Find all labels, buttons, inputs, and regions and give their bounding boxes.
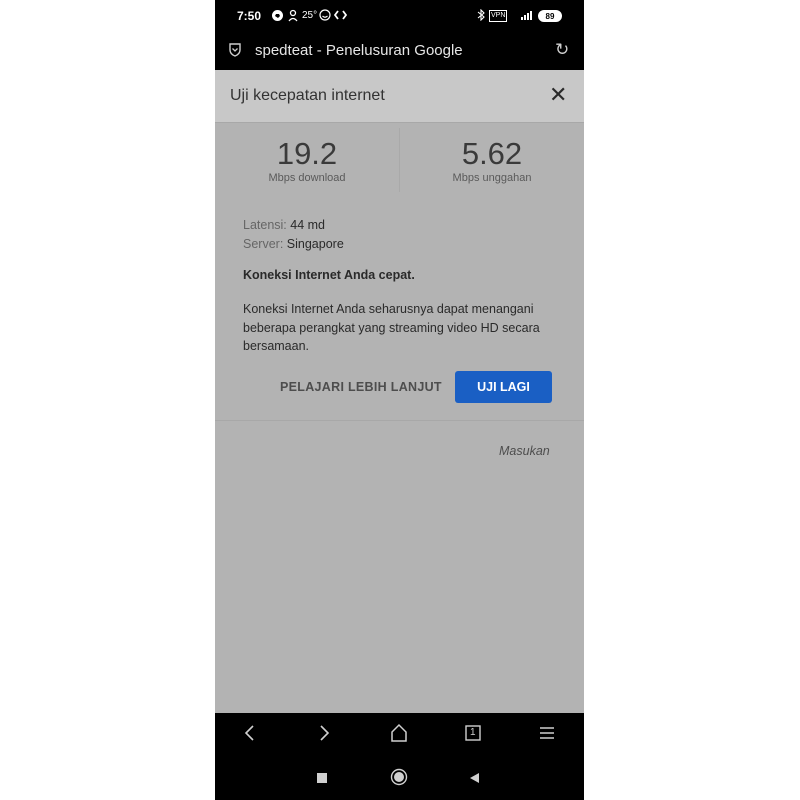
result-description: Koneksi Internet Anda seharusnya dapat m… bbox=[243, 302, 540, 353]
learn-more-button[interactable]: PELAJARI LEBIH LANJUT bbox=[280, 380, 442, 394]
battery-icon: 89 bbox=[538, 10, 562, 22]
server-label: Server: bbox=[243, 237, 284, 251]
home-icon[interactable] bbox=[390, 723, 408, 749]
reload-icon[interactable]: ↻ bbox=[555, 40, 569, 60]
vpn-icon: VPN bbox=[489, 10, 508, 22]
server-line: Server: Singapore bbox=[243, 237, 344, 251]
close-icon[interactable]: ✕ bbox=[549, 82, 567, 108]
forward-icon[interactable] bbox=[317, 723, 331, 749]
card-title: Uji kecepatan internet bbox=[230, 87, 385, 104]
browser-nav-bar: 1 bbox=[215, 713, 584, 757]
divider bbox=[215, 420, 584, 421]
latency-label: Latensi: bbox=[243, 218, 287, 232]
tab-count: 1 bbox=[470, 727, 476, 738]
feedback-link[interactable]: Masukan bbox=[499, 444, 550, 458]
retry-button[interactable]: UJI LAGI bbox=[455, 371, 552, 403]
download-value: 19.2 bbox=[276, 136, 338, 171]
upload-unit: Mbps unggahan bbox=[452, 172, 532, 184]
browser-address-bar[interactable]: spedteat - Penelusuran Google ↻ bbox=[215, 34, 584, 70]
status-time: 7:50 bbox=[237, 9, 262, 23]
latency-line: Latensi: 44 md bbox=[243, 218, 325, 232]
tabs-icon[interactable]: 1 bbox=[464, 723, 482, 749]
bluetooth-icon bbox=[477, 8, 485, 26]
back-triangle-icon[interactable] bbox=[468, 771, 480, 789]
upload-metric: 5.62 Mbps unggahan bbox=[400, 136, 584, 184]
system-nav-bar bbox=[215, 757, 584, 800]
recents-icon[interactable] bbox=[316, 771, 328, 789]
home-circle-icon[interactable] bbox=[390, 768, 408, 791]
back-icon[interactable] bbox=[243, 723, 257, 749]
shield-icon bbox=[228, 42, 242, 63]
upload-value: 5.62 bbox=[461, 136, 523, 171]
download-metric: 19.2 Mbps download bbox=[215, 136, 399, 184]
sync-icon bbox=[333, 9, 348, 26]
download-unit: Mbps download bbox=[268, 172, 346, 184]
status-bar: 7:50 25° VPN 89 bbox=[215, 0, 584, 34]
smile-icon bbox=[319, 9, 331, 26]
phone-screen: 7:50 25° VPN 89 spedteat - Penelusuran G… bbox=[215, 0, 584, 800]
card-header: Uji kecepatan internet ✕ bbox=[215, 70, 584, 123]
page-title: spedteat - Penelusuran Google bbox=[255, 42, 463, 59]
result-headline: Koneksi Internet Anda cepat. bbox=[243, 268, 415, 282]
whatsapp-icon bbox=[271, 9, 284, 27]
menu-icon[interactable] bbox=[538, 723, 556, 749]
signal-icon bbox=[516, 9, 534, 26]
user-download-icon bbox=[287, 9, 299, 27]
server-value: Singapore bbox=[286, 237, 344, 251]
latency-value: 44 md bbox=[290, 218, 326, 232]
temperature-text: 25° bbox=[302, 10, 318, 21]
